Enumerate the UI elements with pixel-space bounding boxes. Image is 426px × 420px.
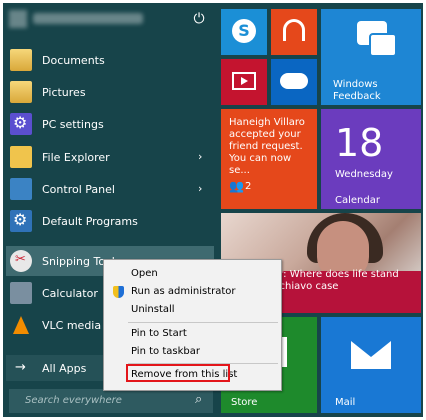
list-item-label: Calculator: [42, 287, 98, 300]
list-item-label: Default Programs: [42, 215, 138, 228]
tile-calendar[interactable]: 18 Wednesday Calendar: [321, 109, 421, 209]
calendar-day-number: 18: [335, 121, 384, 165]
chevron-right-icon[interactable]: ›: [198, 150, 202, 163]
user-bar[interactable]: ⏻: [3, 3, 218, 37]
menu-item-open[interactable]: Open: [105, 265, 280, 283]
menu-item-label: Pin to taskbar: [131, 346, 200, 357]
tile-people[interactable]: Haneigh Villaro accepted your friend req…: [221, 109, 317, 209]
snipping-tool-icon: [10, 250, 32, 272]
people-count: 2: [245, 181, 252, 192]
search-icon[interactable]: ⌕: [195, 392, 202, 407]
list-item-label: PC settings: [42, 118, 104, 131]
list-item-control-panel[interactable]: Control Panel ›: [6, 174, 214, 204]
menu-item-label: Uninstall: [131, 304, 175, 315]
tile-onedrive[interactable]: [271, 59, 317, 105]
context-menu: Open Run as administrator Uninstall Pin …: [103, 259, 282, 391]
tile-mail[interactable]: Mail: [321, 317, 421, 413]
arrow-right-icon: →: [15, 360, 26, 375]
chevron-right-icon[interactable]: ›: [198, 182, 202, 195]
default-programs-icon: [10, 210, 32, 232]
menu-item-label: Open: [131, 268, 158, 279]
calendar-weekday: Wednesday: [335, 169, 393, 180]
uac-shield-icon: [113, 286, 124, 298]
gear-icon: [10, 113, 32, 135]
all-apps-label: All Apps: [42, 362, 87, 375]
tile-label: Mail: [335, 397, 356, 408]
calculator-icon: [10, 282, 32, 304]
headphones-icon: [283, 19, 305, 41]
file-explorer-icon: [10, 146, 32, 168]
list-item-label: Documents: [42, 54, 105, 67]
control-panel-icon: [10, 178, 32, 200]
screenshot-frame: ⏻ Documents Pictures PC settings File Ex…: [0, 0, 426, 420]
menu-item-pin-to-start[interactable]: Pin to Start: [105, 325, 280, 343]
list-item-file-explorer[interactable]: File Explorer ›: [6, 142, 214, 172]
list-item-label: File Explorer: [42, 151, 110, 164]
video-icon: [232, 72, 256, 90]
tile-label: Calendar: [335, 195, 380, 206]
menu-item-label: Run as administrator: [131, 286, 236, 297]
menu-item-uninstall[interactable]: Uninstall: [105, 301, 280, 319]
power-icon[interactable]: ⏻: [191, 11, 207, 27]
cloud-icon: [280, 73, 308, 89]
highlight-box: [126, 364, 230, 382]
tile-video[interactable]: [221, 59, 267, 105]
search-box[interactable]: Search everywhere ⌕: [9, 389, 213, 413]
list-item-label: Pictures: [42, 86, 86, 99]
list-item-pictures[interactable]: Pictures: [6, 77, 214, 107]
list-item-pc-settings[interactable]: PC settings: [6, 109, 214, 139]
vlc-icon: [10, 314, 32, 336]
menu-item-label: Pin to Start: [131, 328, 187, 339]
skype-icon: S: [232, 19, 256, 43]
documents-folder-icon: [10, 49, 32, 71]
people-notification-text: Haneigh Villaro accepted your friend req…: [229, 117, 305, 176]
envelope-icon: [351, 341, 391, 369]
search-placeholder: Search everywhere: [25, 395, 122, 406]
people-icon: 👥: [229, 179, 244, 193]
user-avatar[interactable]: [9, 10, 27, 28]
tile-skype[interactable]: S: [221, 9, 267, 55]
tile-label: Store: [231, 397, 258, 408]
list-item-documents[interactable]: Documents: [6, 45, 214, 75]
speech-bubble-icon: [369, 33, 397, 57]
user-name-blurred[interactable]: [33, 13, 143, 24]
tile-music[interactable]: [271, 9, 317, 55]
pictures-folder-icon: [10, 81, 32, 103]
menu-item-pin-to-taskbar[interactable]: Pin to taskbar: [105, 343, 280, 361]
list-item-default-programs[interactable]: Default Programs: [6, 206, 214, 236]
menu-item-run-as-administrator[interactable]: Run as administrator: [105, 283, 280, 301]
menu-separator: [128, 322, 278, 323]
tile-label: Windows Feedback: [333, 79, 381, 102]
tile-windows-feedback[interactable]: Windows Feedback: [321, 9, 421, 105]
list-item-label: Control Panel: [42, 183, 115, 196]
